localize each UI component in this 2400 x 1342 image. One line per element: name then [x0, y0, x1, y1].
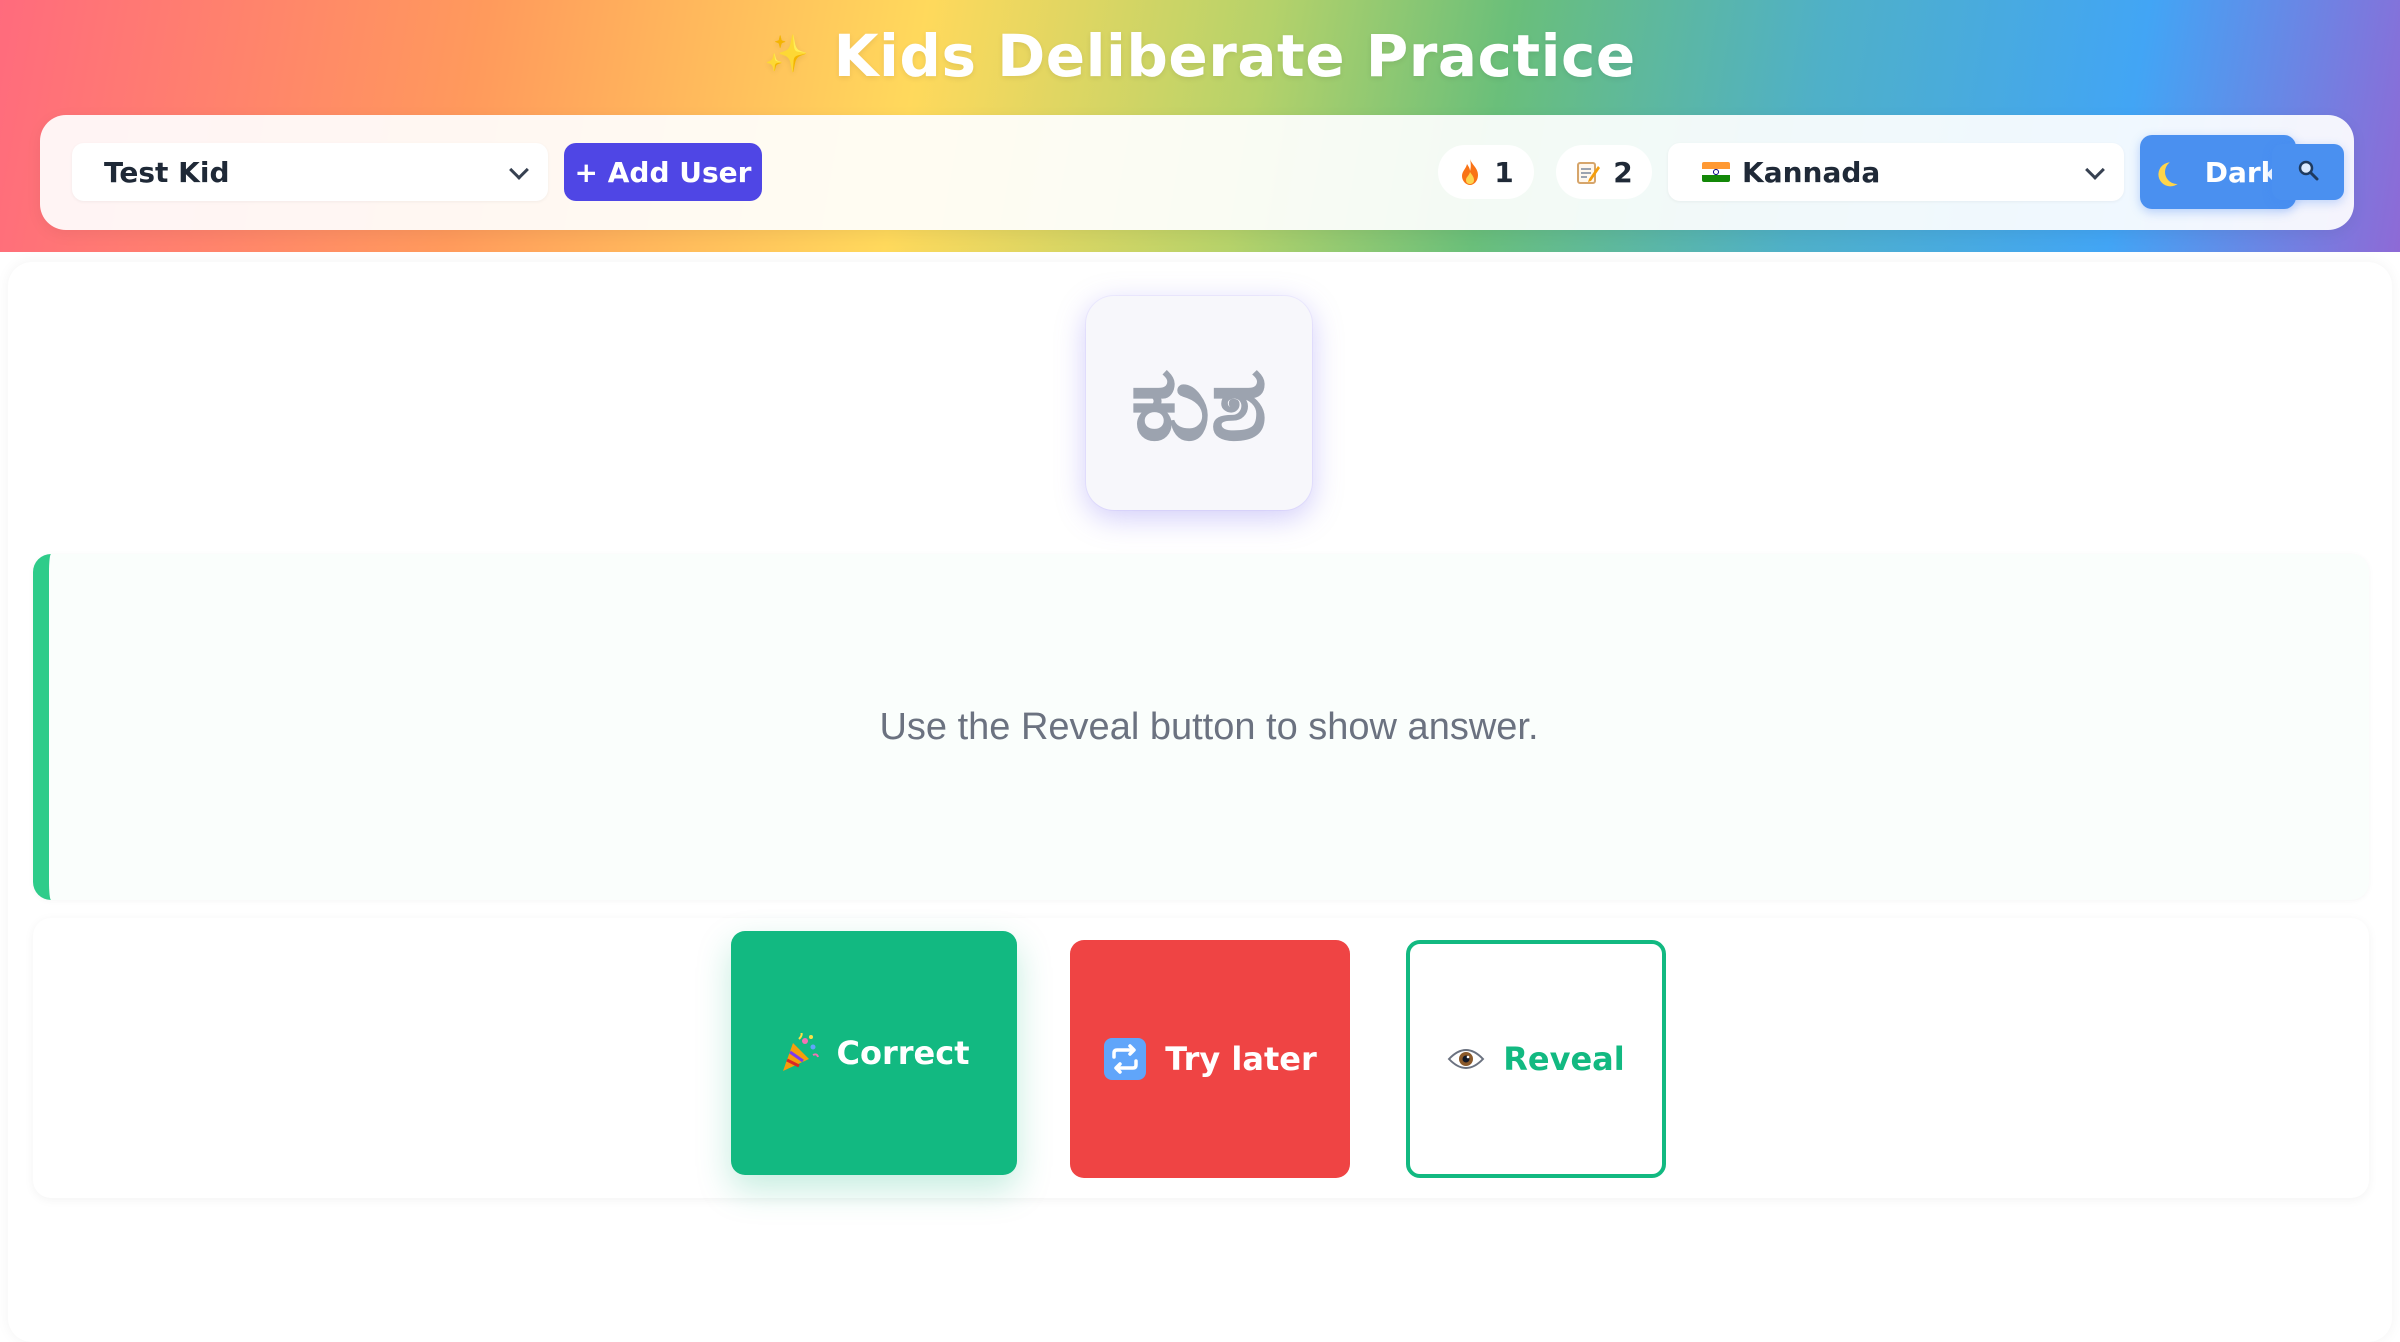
eye-icon: [1447, 1045, 1485, 1073]
prompt-glyph-box: ಕುಶ: [1086, 296, 1312, 510]
streak-badge: 1: [1438, 145, 1534, 199]
header-banner: ✨ Kids Deliberate Practice Test Kid + Add…: [0, 0, 2400, 252]
party-popper-icon: [779, 1033, 819, 1073]
streak-count: 1: [1494, 155, 1514, 189]
answer-panel: Use the Reveal button to show answer.: [33, 554, 2369, 900]
moon-icon: [2161, 157, 2192, 188]
toolbar: Test Kid + Add User 1 2 Kannada Dark: [40, 115, 2354, 230]
fire-icon: [1458, 158, 1482, 186]
reveal-label: Reveal: [1503, 1040, 1625, 1078]
user-select-value: Test Kid: [104, 155, 230, 189]
notes-badge: 2: [1556, 145, 1652, 199]
sparkle-icon: ✨: [764, 33, 810, 75]
correct-label: Correct: [836, 1034, 970, 1072]
app-title-row: ✨ Kids Deliberate Practice: [0, 22, 2400, 90]
notes-count: 2: [1613, 155, 1633, 189]
search-button[interactable]: [2272, 144, 2344, 200]
chevron-down-icon: [509, 160, 529, 180]
try-later-label: Try later: [1165, 1040, 1317, 1078]
answer-hint: Use the Reveal button to show answer.: [879, 705, 1539, 748]
add-user-button[interactable]: + Add User: [564, 143, 762, 201]
language-select-value: Kannada: [1742, 155, 1881, 189]
india-flag-icon: [1702, 162, 1730, 182]
user-select[interactable]: Test Kid: [72, 143, 548, 201]
correct-button[interactable]: Correct: [731, 931, 1017, 1175]
repeat-icon: [1103, 1037, 1147, 1081]
chevron-down-icon: [2085, 160, 2105, 180]
try-later-button[interactable]: Try later: [1070, 940, 1350, 1178]
dark-mode-label: Dark: [2204, 155, 2280, 189]
language-select[interactable]: Kannada: [1668, 143, 2124, 201]
prompt-glyph: ಕುಶ: [1130, 341, 1268, 464]
reveal-button[interactable]: Reveal: [1406, 940, 1666, 1178]
memo-icon: [1575, 159, 1601, 185]
app-title: Kids Deliberate Practice: [833, 22, 1636, 90]
search-icon: [2297, 159, 2319, 185]
